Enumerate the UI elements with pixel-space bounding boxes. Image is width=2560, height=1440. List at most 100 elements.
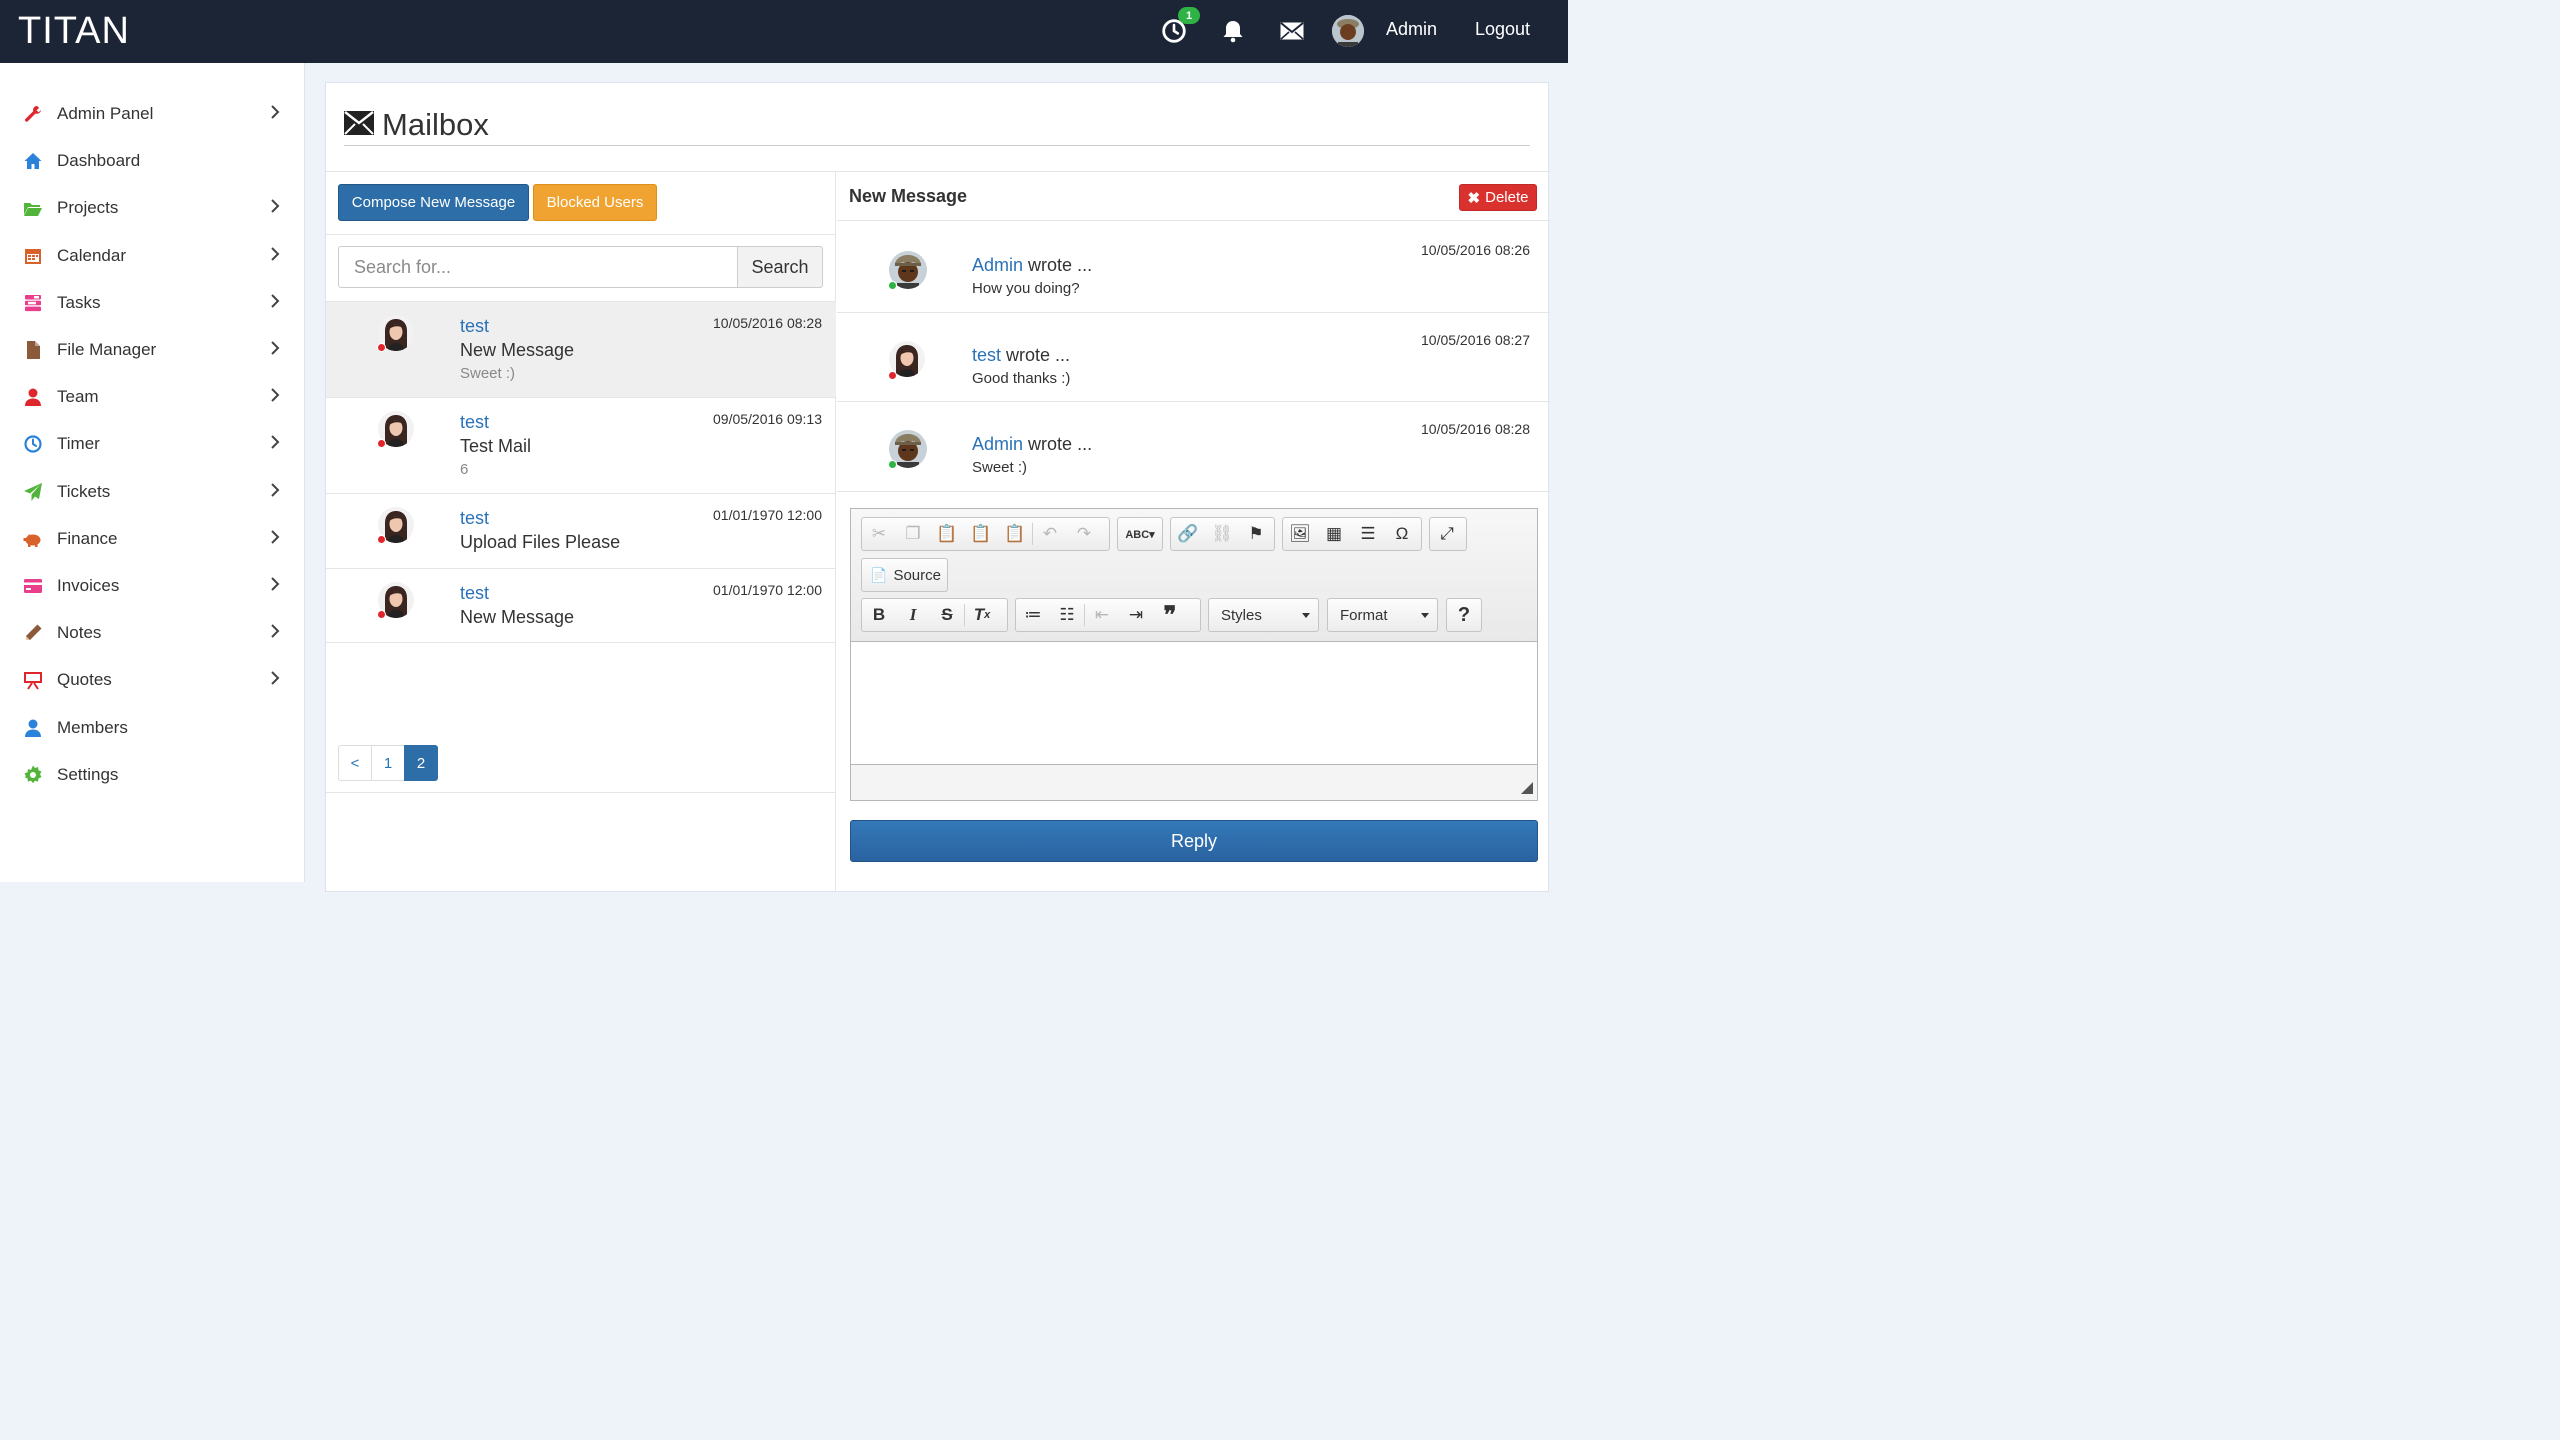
sidebar-item-file-manager[interactable]: File Manager xyxy=(0,330,305,370)
bulleted-list-icon[interactable]: ☷ xyxy=(1050,599,1084,631)
maximize-icon[interactable]: ⤢ xyxy=(1430,518,1464,550)
sidebar-item-team[interactable]: Team xyxy=(0,377,305,417)
message-list-item[interactable]: test New Message Sweet :) 10/05/2016 08:28 xyxy=(326,301,836,397)
calendar-icon xyxy=(22,245,44,267)
unlink-icon[interactable]: ⛓ xyxy=(1205,518,1239,550)
spellcheck-group: ABC▾ xyxy=(1117,517,1163,551)
italic-icon[interactable]: I xyxy=(896,599,930,631)
paste-icon[interactable]: 📋 xyxy=(930,518,964,550)
message-subject: New Message xyxy=(460,607,575,627)
message-list-item[interactable]: test New Message 01/01/1970 12:00 xyxy=(326,568,836,642)
offline-status-dot xyxy=(377,439,386,448)
image-icon[interactable]: 🖼 xyxy=(1283,518,1317,550)
help-icon: ? xyxy=(1457,603,1471,626)
sidebar-item-timer[interactable]: Timer xyxy=(0,424,305,464)
search-input[interactable] xyxy=(338,246,738,288)
sidebar-item-settings[interactable]: Settings xyxy=(0,755,305,795)
thread-message: test wrote ... Good thanks :) 10/05/2016 0… xyxy=(837,312,1550,401)
remove-format-icon[interactable]: Tx xyxy=(965,599,999,631)
envelope-icon[interactable] xyxy=(1277,16,1307,46)
paste-text-icon[interactable]: 📋 xyxy=(964,518,998,550)
title-divider xyxy=(344,145,1530,146)
offline-status-dot xyxy=(377,535,386,544)
redo-icon[interactable]: ↷ xyxy=(1067,518,1101,550)
thread-message: Admin wrote ... Sweet :) 10/05/2016 08:28 xyxy=(837,401,1550,490)
close-icon: ✖ xyxy=(1467,189,1481,207)
thread-author-link[interactable]: test xyxy=(972,345,1001,365)
sidebar: Admin Panel Dashboard Projects Calendar Task… xyxy=(0,63,305,882)
blocked-users-button[interactable]: Blocked Users xyxy=(533,184,657,221)
sidebar-item-admin-panel[interactable]: Admin Panel xyxy=(0,94,305,134)
indent-icon[interactable]: ⇥ xyxy=(1119,599,1153,631)
blockquote-icon[interactable]: ❞ xyxy=(1153,599,1187,631)
horizontal-line-icon[interactable]: ☰ xyxy=(1351,518,1385,550)
compose-button[interactable]: Compose New Message xyxy=(338,184,529,221)
source-button[interactable]: 📄 Source xyxy=(861,558,948,592)
delete-button[interactable]: ✖ Delete xyxy=(1459,184,1537,211)
file-icon xyxy=(22,339,44,361)
sidebar-item-quotes[interactable]: Quotes xyxy=(0,660,305,700)
help-button[interactable]: ? xyxy=(1446,598,1482,632)
thread-author-link[interactable]: Admin xyxy=(972,434,1023,454)
bold-icon[interactable]: B xyxy=(862,599,896,631)
message-sender[interactable]: test xyxy=(460,583,489,604)
cut-icon[interactable]: ✂ xyxy=(862,518,896,550)
sidebar-item-tickets[interactable]: Tickets xyxy=(0,472,305,512)
table-icon[interactable]: ▦ xyxy=(1317,518,1351,550)
format-dropdown[interactable]: Format xyxy=(1327,598,1438,632)
numbered-list-icon[interactable]: ≔ xyxy=(1016,599,1050,631)
envelope-icon xyxy=(344,110,374,140)
sidebar-item-label: Tickets xyxy=(57,481,111,501)
styles-dropdown[interactable]: Styles xyxy=(1208,598,1319,632)
pagination-page[interactable]: 1 xyxy=(371,745,405,781)
message-sender[interactable]: test xyxy=(460,316,489,337)
brand-logo[interactable]: TITAN xyxy=(18,10,130,53)
sidebar-item-dashboard[interactable]: Dashboard xyxy=(0,141,305,181)
sidebar-item-invoices[interactable]: Invoices xyxy=(0,566,305,606)
sidebar-item-label: Admin Panel xyxy=(57,104,154,123)
sidebar-item-label: File Manager xyxy=(57,340,157,359)
copy-icon[interactable]: ❐ xyxy=(896,518,930,550)
sidebar-item-label: Projects xyxy=(57,198,119,218)
user-avatar[interactable] xyxy=(1332,15,1364,47)
chevron-right-icon xyxy=(268,668,284,688)
resize-handle[interactable] xyxy=(1521,782,1533,794)
sidebar-item-calendar[interactable]: Calendar xyxy=(0,236,305,276)
link-icon[interactable]: 🔗 xyxy=(1171,518,1205,550)
status-dot xyxy=(888,460,897,469)
pagination-prev[interactable]: < xyxy=(338,745,372,781)
bell-icon[interactable] xyxy=(1218,16,1248,46)
anchor-flag-icon[interactable]: ⚑ xyxy=(1239,518,1273,550)
logout-link[interactable]: Logout xyxy=(1475,19,1530,40)
message-subject: New Message xyxy=(460,340,575,360)
user-menu-link[interactable]: Admin xyxy=(1386,19,1437,40)
thread-author-link[interactable]: Admin xyxy=(972,255,1023,275)
message-list-item[interactable]: test Upload Files Please 01/01/1970 12:00 xyxy=(326,493,836,568)
message-sender[interactable]: test xyxy=(460,508,489,529)
sidebar-item-notes[interactable]: Notes xyxy=(0,613,305,653)
paste-word-icon[interactable]: 📋 xyxy=(998,518,1032,550)
special-char-icon[interactable]: Ω xyxy=(1385,518,1419,550)
sidebar-item-members[interactable]: Members xyxy=(0,708,305,748)
outdent-icon[interactable]: ⇤ xyxy=(1085,599,1119,631)
undo-icon[interactable]: ↶ xyxy=(1033,518,1067,550)
sidebar-item-projects[interactable]: Projects xyxy=(0,188,305,228)
rich-text-editor: ✂ ❐ 📋 📋 📋 ↶ ↷ ABC▾ 🔗 ⛓ ⚑ 🖼 ▦ ☰ Ω ⤢ 📄 Sou… xyxy=(850,508,1538,801)
message-list-item[interactable]: test Test Mail 6 09/05/2016 09:13 xyxy=(326,397,836,493)
search-button[interactable]: Search xyxy=(737,246,823,288)
mailbox-card: Mailbox Compose New Message Blocked User… xyxy=(325,82,1550,892)
pagination-page[interactable]: 2 xyxy=(404,745,438,781)
thread-message-header: test wrote ... xyxy=(972,345,1070,366)
spellcheck-icon[interactable]: ABC▾ xyxy=(1118,518,1162,550)
message-sender[interactable]: test xyxy=(460,412,489,433)
piggy-bank-icon xyxy=(22,528,44,550)
sidebar-item-tasks[interactable]: Tasks xyxy=(0,283,305,323)
top-navbar: TITAN 1 Admin Logout xyxy=(0,0,1568,63)
editor-content-area[interactable] xyxy=(851,642,1537,765)
timer-badge: 1 xyxy=(1178,7,1200,24)
sidebar-item-finance[interactable]: Finance xyxy=(0,519,305,559)
home-icon xyxy=(22,150,44,172)
strikethrough-icon[interactable]: S xyxy=(930,599,964,631)
reply-button[interactable]: Reply xyxy=(850,820,1538,862)
thread-message-date: 10/05/2016 08:27 xyxy=(1421,331,1530,348)
